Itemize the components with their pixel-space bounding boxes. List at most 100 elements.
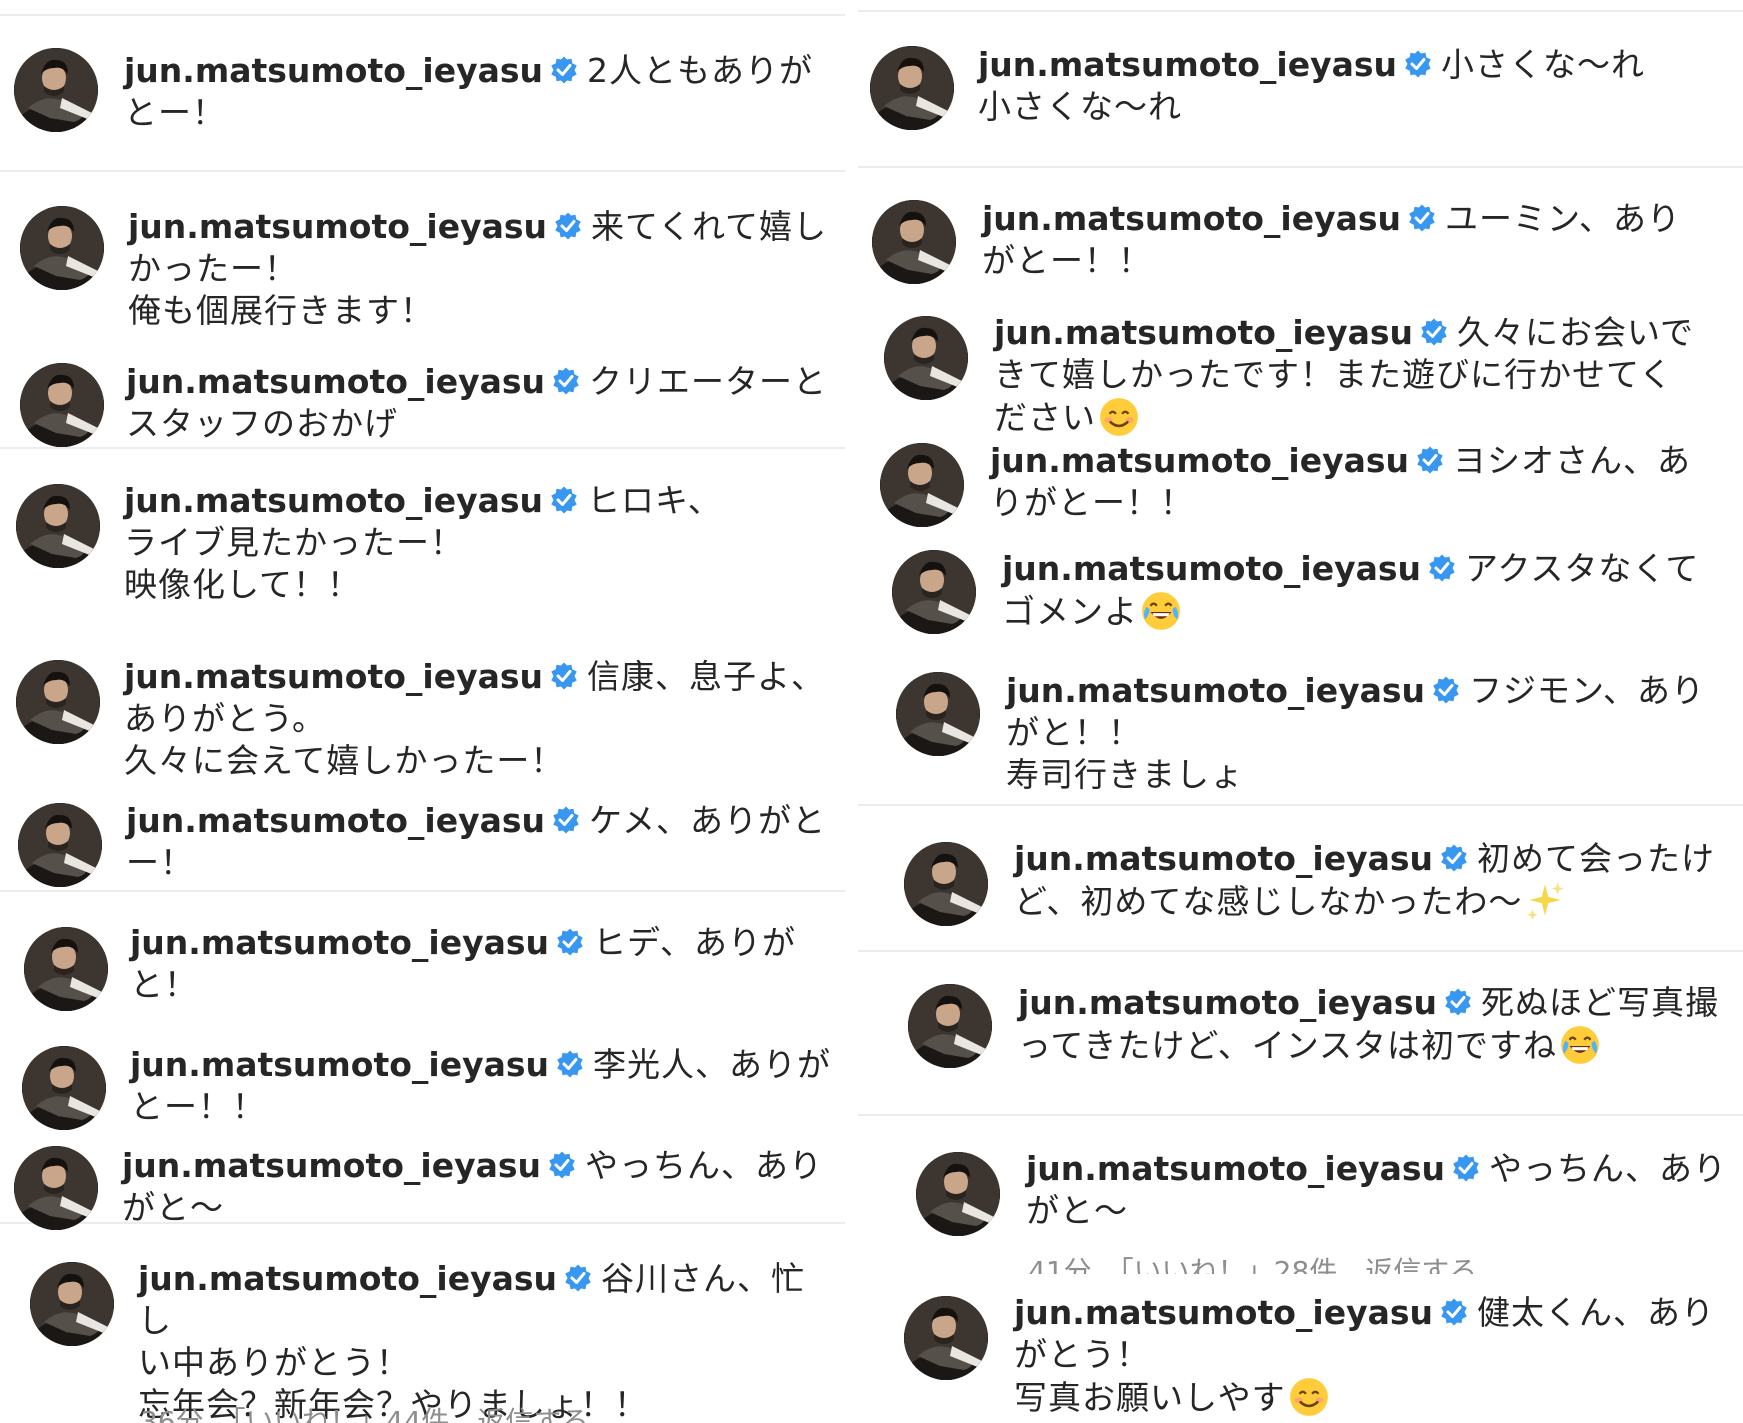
comment-text: jun.matsumoto_ieyasu ユーミン、あり がとー！！ (982, 198, 1731, 282)
comment-line: ありがとう。 (124, 699, 327, 738)
comment-line: 俺も個展行きます！ (128, 291, 434, 330)
username-link[interactable]: jun.matsumoto_ieyasu (130, 1045, 549, 1084)
profile-avatar[interactable] (916, 1152, 1000, 1236)
comment-line: ケメ、ありがと (589, 801, 827, 840)
comment-text: jun.matsumoto_ieyasu やっちん、ありがと～ (122, 1145, 833, 1229)
profile-avatar[interactable] (872, 200, 956, 284)
comment-line: がと～ (122, 1188, 224, 1227)
profile-avatar[interactable] (904, 842, 988, 926)
right-screenshot-column: jun.matsumoto_ieyasu 小さくな〜れ 小さくな〜れ jun.ma… (858, 0, 1743, 1423)
profile-avatar[interactable] (16, 484, 100, 568)
comment-text: jun.matsumoto_ieyasu ヒロキ、 ライブ見たかったー！ 映像化して… (124, 480, 833, 606)
comment-line: ユーミン、あり (1445, 199, 1682, 238)
comment-line: フジモン、あり (1469, 671, 1706, 710)
avatar-image (892, 550, 976, 634)
username-link[interactable]: jun.matsumoto_ieyasu (1014, 1293, 1433, 1332)
sparkles-emoji (1527, 882, 1565, 920)
username-link[interactable]: jun.matsumoto_ieyasu (126, 801, 545, 840)
comment-text: jun.matsumoto_ieyasu アクスタなくて ゴメンよ (1002, 548, 1731, 633)
left-screenshot-column: jun.matsumoto_ieyasu 2人ともありが とー！ jun.mats… (0, 0, 845, 1423)
verified-badge-icon (1421, 318, 1447, 346)
comment-text: jun.matsumoto_ieyasu 初めて会ったけ ど、初めてな感じしなかっ… (1014, 838, 1731, 923)
profile-avatar[interactable] (908, 984, 992, 1068)
profile-avatar[interactable] (18, 803, 102, 887)
verified-badge-icon (1417, 446, 1443, 474)
comment-line: 李光人、ありが (593, 1045, 832, 1084)
username-link[interactable]: jun.matsumoto_ieyasu (124, 481, 543, 520)
comment-divider (858, 1114, 1743, 1116)
profile-avatar[interactable] (20, 363, 104, 447)
username-link[interactable]: jun.matsumoto_ieyasu (978, 45, 1397, 84)
comment-line: 健太くん、あり (1477, 1293, 1716, 1332)
avatar-image (884, 316, 968, 400)
profile-avatar[interactable] (904, 1296, 988, 1380)
avatar-image (872, 200, 956, 284)
verified-badge-icon (1441, 844, 1467, 872)
avatar-image (24, 927, 108, 1011)
comment-divider (0, 890, 845, 892)
verified-badge-icon (551, 486, 577, 514)
comment-meta-text[interactable]: 41分 「いいね！」28件 返信する (1028, 1250, 1477, 1274)
username-link[interactable]: jun.matsumoto_ieyasu (1014, 839, 1433, 878)
username-link[interactable]: jun.matsumoto_ieyasu (1002, 549, 1421, 588)
avatar-image (880, 443, 964, 527)
comment-line: ど、初めてな感じしなかったわ～ (1014, 882, 1523, 921)
profile-avatar[interactable] (14, 1146, 98, 1230)
username-link[interactable]: jun.matsumoto_ieyasu (982, 199, 1401, 238)
comment-meta-text[interactable]: 36分 「いいね！」44件 返信する (140, 1400, 589, 1423)
profile-avatar[interactable] (20, 206, 104, 290)
comment-line: 久々に会えて嬉しかったー！ (124, 741, 565, 780)
comment-divider (858, 166, 1743, 168)
avatar-image (14, 48, 98, 132)
comment-line: 信康、息子よ、 (587, 657, 826, 696)
username-link[interactable]: jun.matsumoto_ieyasu (1026, 1149, 1445, 1188)
comment-text: jun.matsumoto_ieyasu 久々にお会いで きて嬉しかったです！また… (994, 312, 1731, 439)
comment-line: 久々にお会いで (1457, 313, 1695, 352)
avatar-image (16, 660, 100, 744)
username-link[interactable]: jun.matsumoto_ieyasu (138, 1259, 557, 1298)
username-link[interactable]: jun.matsumoto_ieyasu (124, 657, 543, 696)
username-link[interactable]: jun.matsumoto_ieyasu (126, 362, 545, 401)
comment-line: クリエーターと (589, 362, 828, 401)
comment-text: jun.matsumoto_ieyasu 谷川さん、忙し い中ありがとう！ 忘年会？… (138, 1258, 833, 1423)
comment-line: と！ (130, 965, 198, 1004)
comment-line: 小さくな〜れ (978, 87, 1182, 126)
verified-badge-icon (1429, 554, 1455, 582)
comment-text: jun.matsumoto_ieyasu 死ぬほど写真撮 ってきたけど、インスタは… (1018, 982, 1731, 1067)
comment-text: jun.matsumoto_ieyasu 健太くん、あり がとう！ 写真お願いしやす (1014, 1292, 1731, 1419)
username-link[interactable]: jun.matsumoto_ieyasu (990, 441, 1409, 480)
avatar-image (904, 1296, 988, 1380)
profile-avatar[interactable] (16, 660, 100, 744)
comment-divider (858, 10, 1743, 12)
username-link[interactable]: jun.matsumoto_ieyasu (1018, 983, 1437, 1022)
comment-line: やっちん、あり (585, 1146, 824, 1185)
username-link[interactable]: jun.matsumoto_ieyasu (124, 51, 543, 90)
comment-line: とー！！ (130, 1087, 266, 1126)
profile-avatar[interactable] (892, 550, 976, 634)
profile-avatar[interactable] (896, 672, 980, 756)
comment-line: 寿司行きましょ (1006, 755, 1244, 794)
username-link[interactable]: jun.matsumoto_ieyasu (128, 207, 547, 246)
avatar-image (18, 803, 102, 887)
avatar-image (916, 1152, 1000, 1236)
verified-badge-icon (555, 212, 581, 240)
username-link[interactable]: jun.matsumoto_ieyasu (122, 1146, 541, 1185)
comment-line: ださい (994, 398, 1096, 437)
profile-avatar[interactable] (884, 316, 968, 400)
comment-meta-row: 41分 「いいね！」28件 返信する (1028, 1250, 1743, 1274)
profile-avatar[interactable] (30, 1262, 114, 1346)
profile-avatar[interactable] (870, 46, 954, 130)
comment-line: ヒデ、ありが (593, 923, 797, 962)
comment-text: jun.matsumoto_ieyasu ヒデ、ありがと！ (130, 922, 833, 1006)
username-link[interactable]: jun.matsumoto_ieyasu (994, 313, 1413, 352)
username-link[interactable]: jun.matsumoto_ieyasu (1006, 671, 1425, 710)
profile-avatar[interactable] (880, 443, 964, 527)
profile-avatar[interactable] (14, 48, 98, 132)
comment-line: ヒロキ、 (587, 481, 722, 520)
comment-line: 来てくれて嬉し (591, 207, 828, 246)
profile-avatar[interactable] (22, 1046, 106, 1130)
username-link[interactable]: jun.matsumoto_ieyasu (130, 923, 549, 962)
avatar-image (908, 984, 992, 1068)
comment-line: い中ありがとう！ (138, 1343, 410, 1382)
profile-avatar[interactable] (24, 927, 108, 1011)
